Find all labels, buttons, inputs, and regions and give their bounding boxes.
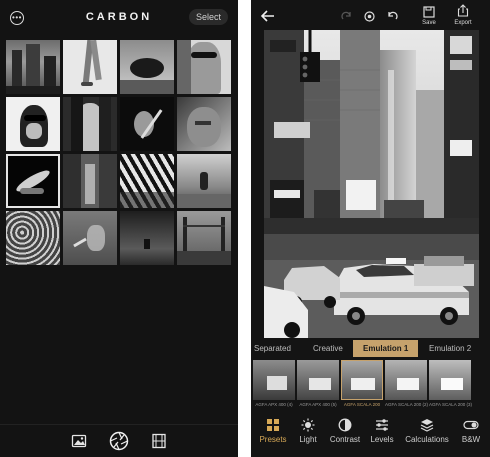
photo-thumbnail[interactable] bbox=[177, 211, 231, 265]
presets-icon bbox=[267, 419, 279, 431]
photo-thumbnail[interactable] bbox=[120, 211, 174, 265]
tool-levels[interactable]: Levels bbox=[360, 418, 404, 444]
library-screen: ••• CARBON Select bbox=[0, 0, 238, 457]
camera-aperture-icon[interactable] bbox=[109, 431, 129, 451]
photo-preview[interactable] bbox=[264, 30, 479, 338]
tab-emulation-2[interactable]: Emulation 2 bbox=[429, 340, 471, 357]
photo-thumbnail[interactable] bbox=[6, 40, 60, 94]
photo-thumbnail-selected[interactable] bbox=[6, 154, 60, 208]
tab-emulation-1[interactable]: Emulation 1 bbox=[353, 340, 419, 357]
tool-calculations[interactable]: Calculations bbox=[405, 418, 449, 444]
photo-thumbnail[interactable] bbox=[120, 40, 174, 94]
film-preset[interactable]: AGFA APX 400 (4) bbox=[253, 360, 295, 412]
sliders-icon bbox=[376, 419, 388, 431]
editor-toolbar: Save Export bbox=[251, 0, 490, 30]
preset-category-tabs: Separated Creative Emulation 1 Emulation… bbox=[251, 340, 490, 358]
adjustment-tool-bar: Presets Light Contrast Levels Calculatio… bbox=[251, 414, 490, 457]
photo-library-icon[interactable] bbox=[69, 431, 89, 451]
tool-bw[interactable]: B&W bbox=[449, 418, 490, 444]
film-preset[interactable]: AGFA SCALA 200 (2) bbox=[385, 360, 428, 412]
photo-thumbnail[interactable] bbox=[120, 154, 174, 208]
film-preset-selected[interactable]: AGFA SCALA 200 bbox=[341, 360, 383, 412]
film-preset-strip: AGFA APX 400 (4) AGFA APX 400 (5) AGFA S… bbox=[251, 360, 490, 412]
bw-toggle-icon bbox=[463, 420, 479, 430]
photo-thumbnail[interactable] bbox=[63, 154, 117, 208]
photo-thumbnail[interactable] bbox=[6, 211, 60, 265]
photo-thumbnail[interactable] bbox=[63, 211, 117, 265]
photo-thumbnail[interactable] bbox=[120, 97, 174, 151]
photo-thumbnail[interactable] bbox=[63, 97, 117, 151]
editor-screen: Save Export Separated Creative Emulation… bbox=[251, 0, 490, 457]
compare-icon[interactable] bbox=[364, 9, 375, 27]
photo-thumbnail[interactable] bbox=[6, 97, 60, 151]
back-arrow-icon[interactable] bbox=[260, 9, 275, 27]
sun-icon bbox=[301, 418, 315, 432]
undo-icon[interactable] bbox=[387, 9, 398, 27]
photo-thumbnail[interactable] bbox=[177, 40, 231, 94]
photo-thumbnail[interactable] bbox=[177, 97, 231, 151]
film-preset[interactable]: AGFA APX 400 (5) bbox=[297, 360, 339, 412]
film-strip-icon[interactable] bbox=[149, 431, 169, 451]
library-tab-bar bbox=[0, 424, 238, 457]
layers-icon bbox=[420, 419, 434, 432]
photo-grid bbox=[6, 40, 234, 268]
photo-thumbnail[interactable] bbox=[177, 154, 231, 208]
film-preset[interactable]: AGFA SCALA 200 (3) bbox=[429, 360, 472, 412]
tab-creative[interactable]: Creative bbox=[313, 340, 343, 357]
library-header: ••• CARBON Select bbox=[0, 0, 238, 36]
contrast-icon bbox=[338, 418, 352, 432]
redo-icon[interactable] bbox=[341, 9, 352, 27]
export-label[interactable]: Export bbox=[451, 20, 475, 26]
select-button[interactable]: Select bbox=[188, 9, 228, 25]
tab-separated[interactable]: Separated bbox=[254, 340, 291, 357]
save-label[interactable]: Save bbox=[417, 20, 441, 26]
photo-thumbnail[interactable] bbox=[63, 40, 117, 94]
